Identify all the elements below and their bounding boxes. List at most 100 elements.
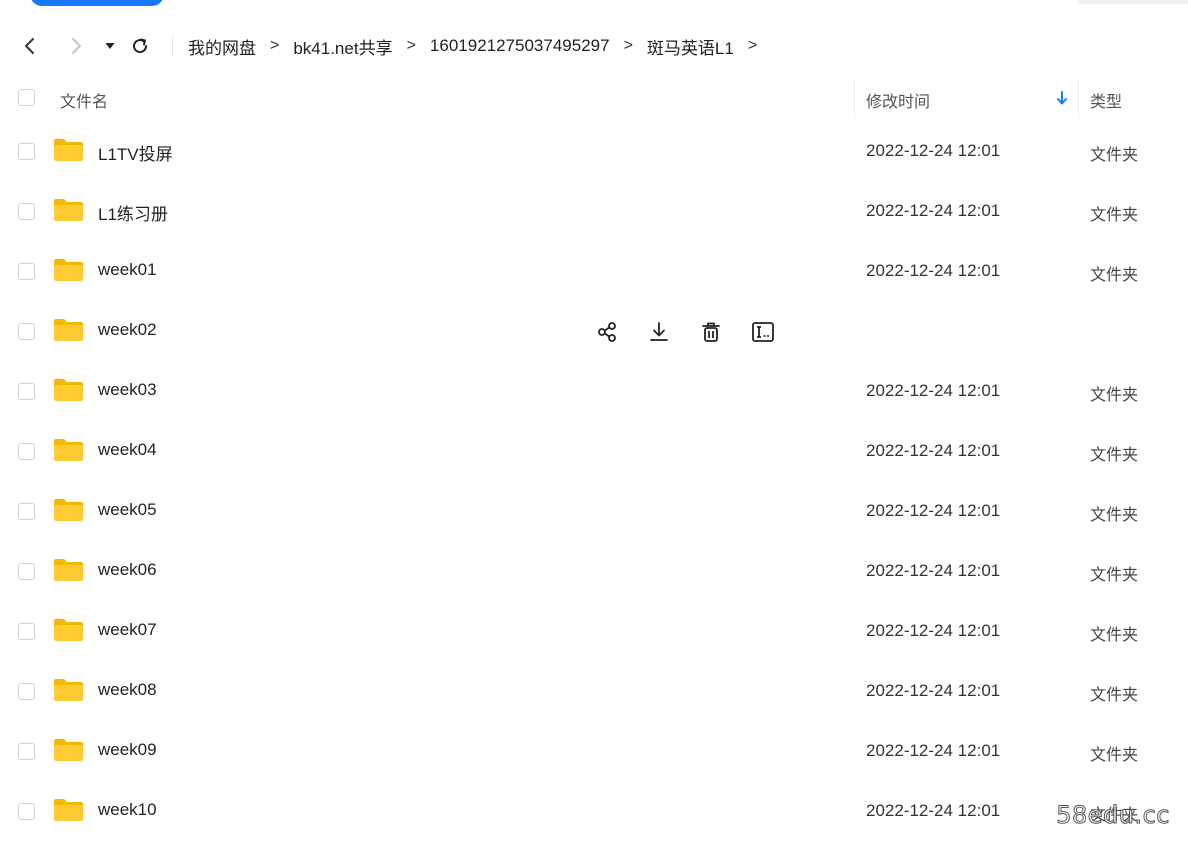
breadcrumb-separator: > bbox=[623, 37, 633, 54]
file-row[interactable]: week10 2022-12-24 12:01 文件夹 bbox=[0, 782, 1188, 842]
row-checkbox[interactable] bbox=[18, 683, 35, 700]
file-name[interactable]: week03 bbox=[98, 380, 157, 400]
breadcrumb-item-share[interactable]: bk41.net共享 bbox=[293, 34, 392, 59]
file-type: 文件夹 bbox=[1090, 747, 1139, 764]
row-hover-actions bbox=[594, 320, 776, 344]
delete-icon bbox=[702, 322, 720, 342]
row-checkbox[interactable] bbox=[18, 563, 35, 580]
row-checkbox[interactable] bbox=[18, 203, 35, 220]
file-name[interactable]: week06 bbox=[98, 560, 157, 580]
breadcrumb-separator: > bbox=[270, 37, 280, 54]
rename-icon bbox=[752, 322, 774, 342]
chevron-left-icon bbox=[25, 38, 34, 54]
file-type: 文件夹 bbox=[1090, 447, 1139, 464]
breadcrumb-item-current[interactable]: 斑马英语L1 bbox=[647, 34, 734, 59]
folder-icon bbox=[54, 139, 83, 161]
file-row[interactable]: week08 2022-12-24 12:01 文件夹 bbox=[0, 662, 1188, 722]
breadcrumb-item-root[interactable]: 我的网盘 bbox=[188, 34, 256, 59]
select-all-checkbox[interactable] bbox=[18, 89, 35, 106]
breadcrumb-item-id[interactable]: 1601921275037495297 bbox=[430, 36, 610, 56]
file-browser: 我的网盘 > bk41.net共享 > 1601921275037495297 … bbox=[0, 0, 1188, 843]
download-button[interactable] bbox=[646, 320, 672, 344]
share-button[interactable] bbox=[594, 320, 620, 344]
refresh-button[interactable] bbox=[128, 28, 152, 64]
modified-time: 2022-12-24 12:01 bbox=[866, 261, 1001, 280]
file-row[interactable]: week06 2022-12-24 12:01 文件夹 bbox=[0, 542, 1188, 602]
top-action-button-partial[interactable] bbox=[30, 0, 164, 6]
folder-icon bbox=[54, 259, 83, 281]
column-divider[interactable] bbox=[1078, 78, 1079, 118]
back-button[interactable] bbox=[18, 28, 42, 64]
modified-time: 2022-12-24 12:01 bbox=[866, 621, 1001, 640]
top-edge-decoration bbox=[1078, 0, 1188, 4]
modified-time: 2022-12-24 12:01 bbox=[866, 681, 1001, 700]
history-dropdown-button[interactable] bbox=[100, 28, 120, 64]
file-name[interactable]: week08 bbox=[98, 680, 157, 700]
file-type: 文件夹 bbox=[1090, 627, 1139, 644]
file-type: 文件夹 bbox=[1090, 387, 1139, 404]
row-checkbox[interactable] bbox=[18, 143, 35, 160]
file-name[interactable]: week02 bbox=[98, 320, 157, 340]
folder-icon bbox=[54, 559, 83, 581]
file-name[interactable]: week09 bbox=[98, 740, 157, 760]
file-name[interactable]: L1练习册 bbox=[98, 200, 168, 225]
folder-icon bbox=[54, 499, 83, 521]
refresh-icon bbox=[133, 38, 148, 54]
file-row[interactable]: week04 2022-12-24 12:01 文件夹 bbox=[0, 422, 1188, 482]
caret-down-icon bbox=[105, 43, 115, 49]
file-row[interactable]: week02 bbox=[0, 302, 1188, 362]
modified-time: 2022-12-24 12:01 bbox=[866, 501, 1001, 520]
folder-icon bbox=[54, 679, 83, 701]
file-name[interactable]: week05 bbox=[98, 500, 157, 520]
download-icon bbox=[650, 322, 668, 341]
watermark-text: 58edu.cc bbox=[1056, 801, 1170, 830]
file-type: 文件夹 bbox=[1090, 687, 1139, 704]
folder-icon bbox=[54, 379, 83, 401]
file-name[interactable]: week04 bbox=[98, 440, 157, 460]
delete-button[interactable] bbox=[698, 320, 724, 344]
breadcrumb-separator: > bbox=[406, 37, 416, 54]
sort-descending-icon[interactable] bbox=[1055, 90, 1069, 106]
row-checkbox[interactable] bbox=[18, 263, 35, 280]
file-row[interactable]: L1TV投屏 2022-12-24 12:01 文件夹 bbox=[0, 122, 1188, 182]
file-type: 文件夹 bbox=[1090, 207, 1139, 224]
modified-time: 2022-12-24 12:01 bbox=[866, 201, 1001, 220]
modified-time: 2022-12-24 12:01 bbox=[866, 561, 1001, 580]
row-checkbox[interactable] bbox=[18, 803, 35, 820]
column-header-type[interactable]: 类型 bbox=[1090, 88, 1122, 112]
nav-divider bbox=[172, 36, 173, 56]
row-checkbox[interactable] bbox=[18, 743, 35, 760]
column-header-time[interactable]: 修改时间 bbox=[866, 88, 930, 112]
folder-icon bbox=[54, 199, 83, 221]
folder-icon bbox=[54, 619, 83, 641]
file-type: 文件夹 bbox=[1090, 507, 1139, 524]
file-name[interactable]: week01 bbox=[98, 260, 157, 280]
file-type: 文件夹 bbox=[1090, 567, 1139, 584]
forward-button[interactable] bbox=[64, 28, 88, 64]
breadcrumb-separator: > bbox=[747, 37, 758, 54]
file-row[interactable]: week07 2022-12-24 12:01 文件夹 bbox=[0, 602, 1188, 662]
file-row[interactable]: week09 2022-12-24 12:01 文件夹 bbox=[0, 722, 1188, 782]
rename-button[interactable] bbox=[750, 320, 776, 344]
folder-icon bbox=[54, 799, 83, 821]
file-name[interactable]: week07 bbox=[98, 620, 157, 640]
file-row[interactable]: week01 2022-12-24 12:01 文件夹 bbox=[0, 242, 1188, 302]
row-checkbox[interactable] bbox=[18, 383, 35, 400]
column-header-name[interactable]: 文件名 bbox=[60, 88, 108, 112]
navigation-bar: 我的网盘 > bk41.net共享 > 1601921275037495297 … bbox=[0, 28, 1188, 64]
row-checkbox[interactable] bbox=[18, 443, 35, 460]
row-checkbox[interactable] bbox=[18, 323, 35, 340]
file-list: L1TV投屏 2022-12-24 12:01 文件夹 L1练习册 2022-1… bbox=[0, 122, 1188, 842]
row-checkbox[interactable] bbox=[18, 503, 35, 520]
file-type: 文件夹 bbox=[1090, 147, 1139, 164]
folder-icon bbox=[54, 739, 83, 761]
chevron-right-icon bbox=[72, 38, 81, 54]
file-row[interactable]: week05 2022-12-24 12:01 文件夹 bbox=[0, 482, 1188, 542]
row-checkbox[interactable] bbox=[18, 623, 35, 640]
file-name[interactable]: L1TV投屏 bbox=[98, 140, 173, 165]
file-row[interactable]: L1练习册 2022-12-24 12:01 文件夹 bbox=[0, 182, 1188, 242]
column-divider[interactable] bbox=[854, 78, 855, 118]
file-name[interactable]: week10 bbox=[98, 800, 157, 820]
file-row[interactable]: week03 2022-12-24 12:01 文件夹 bbox=[0, 362, 1188, 422]
folder-icon bbox=[54, 439, 83, 461]
